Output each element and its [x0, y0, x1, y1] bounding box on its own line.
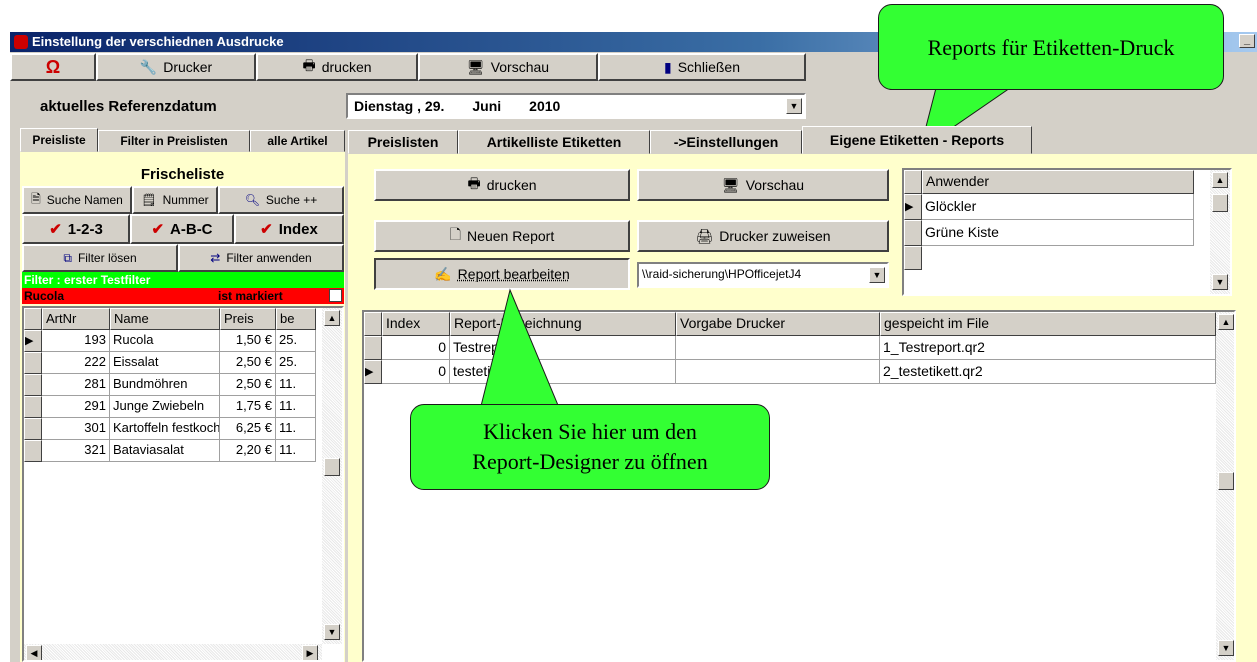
- tab-eigene-etiketten-reports[interactable]: Eigene Etiketten - Reports: [802, 126, 1032, 154]
- bottom-callout-line2: Report-Designer zu öffnen: [472, 449, 708, 474]
- bottom-callout-line1: Klicken Sie hier um den: [483, 419, 697, 444]
- bottom-callout: Klicken Sie hier um den Report-Designer …: [410, 404, 770, 490]
- top-callout: Reports für Etiketten-Druck: [878, 4, 1224, 90]
- bottom-callout-pointer: [479, 288, 561, 411]
- tab-preisliste[interactable]: Preisliste: [20, 128, 98, 152]
- callout-pointers: [479, 87, 1012, 411]
